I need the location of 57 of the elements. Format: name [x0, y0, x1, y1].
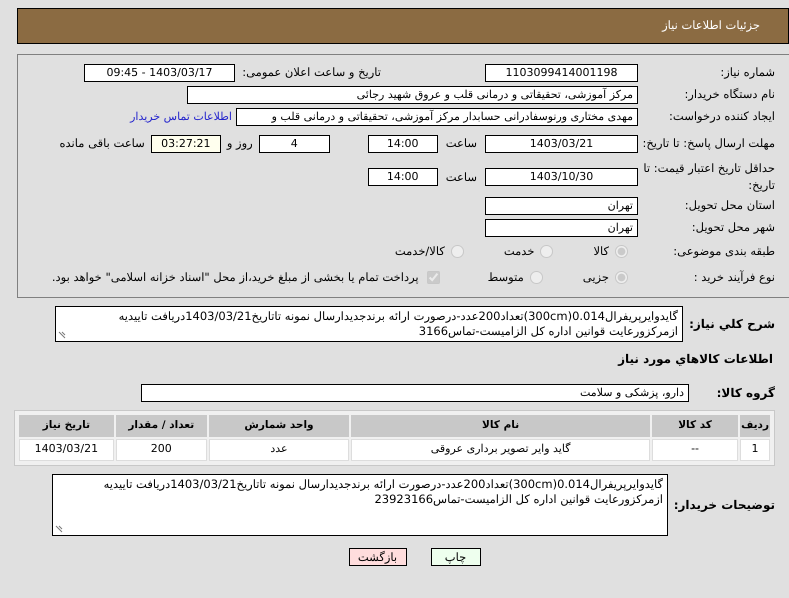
- field-label: ساعت: [446, 135, 477, 152]
- option-label: جزیی: [582, 268, 609, 286]
- resize-grip-icon[interactable]: [58, 330, 66, 338]
- column-header: تعداد / مقدار: [116, 414, 207, 436]
- field-label: ایجاد کننده درخواست:: [668, 108, 775, 126]
- field-label: مهلت ارسال پاسخ: تا تاریخ:: [641, 135, 775, 152]
- field-label: نام دستگاه خریدار:: [683, 86, 775, 104]
- back-button[interactable]: بازگشت: [348, 548, 406, 566]
- table-cell: عدد: [208, 438, 350, 460]
- table-cell: 200: [116, 438, 207, 460]
- option-label: خدمت: [504, 242, 534, 260]
- field-label: ساعت باقی مانده: [60, 135, 145, 152]
- field-label: شهر محل تحویل:: [690, 218, 775, 236]
- page-header: جزئیات اطلاعات نیاز: [17, 8, 789, 44]
- field-value: 14:00: [368, 135, 438, 153]
- column-header: نام کالا: [351, 414, 650, 436]
- section-heading: اطلاعات کالاهاي مورد نياز: [616, 350, 774, 368]
- option-label: متوسط: [488, 268, 524, 286]
- field-label: روز و: [226, 135, 253, 152]
- column-header: واحد شمارش: [208, 414, 350, 436]
- field-value: مهدی مختاری ورنوسفادرانی حسابدار مرکز آموزشی، تحقیقاتی و درمانی قلب و: [236, 108, 638, 126]
- field-label: ساعت: [446, 168, 477, 186]
- field-label: استان محل تحویل:: [684, 196, 775, 214]
- option-label: کالا: [593, 242, 609, 260]
- table-cell: --: [652, 438, 738, 460]
- field-value: 1403/10/30: [485, 168, 638, 186]
- field-value: 1403/03/17 - 09:45: [84, 64, 235, 82]
- field-label: شرح کلي نياز:: [688, 316, 775, 332]
- table-cell: 1403/03/21: [19, 438, 114, 460]
- field-label: نوع فرآیند خرید :: [692, 268, 775, 286]
- resize-grip-icon[interactable]: [55, 524, 63, 532]
- option-label: کالا/خدمت: [394, 242, 445, 260]
- table-cell: 1: [740, 438, 770, 460]
- field-value: 4: [258, 135, 330, 153]
- column-header: تاریخ نیاز: [19, 414, 114, 436]
- field-label: گروه کالا:: [716, 384, 775, 402]
- countdown-field: 03:27:21: [150, 135, 221, 153]
- field-value: دارو، پزشکی و سلامت: [141, 384, 689, 402]
- field-value: مرکز آموزشی، تحقیقاتی و درمانی قلب و عروق شهید رجائی: [187, 86, 638, 104]
- field-value: تهران: [485, 218, 638, 236]
- field-value: 1403/03/21: [485, 135, 638, 153]
- print-button[interactable]: چاپ: [430, 548, 480, 566]
- column-header: کد کالا: [652, 414, 738, 436]
- field-label: طبقه بندی موضوعی:: [672, 242, 775, 260]
- column-header: رديف: [740, 414, 770, 436]
- payment-note: پرداخت تمام یا بخشی از مبلغ خرید،از محل "اسناد خزانه اسلامی" خواهد بود.: [52, 268, 419, 286]
- field-label: شماره نیاز:: [719, 64, 775, 82]
- field-label: تاریخ و ساعت اعلان عمومی:: [241, 64, 381, 82]
- field-label: حداقل تاریخ اعتبار قیمت: تا تاریخ:: [642, 160, 775, 194]
- contact-link[interactable]: اطلاعات تماس خریدار: [130, 108, 232, 126]
- field-label: توضیحات خریدار:: [672, 496, 775, 514]
- description-box: گایدوایرپریفرال0.014(300cm)تعداد200عدد-درصورت ارائه برندجدیدارسال نمونه تاتاریخ1403/03/21دریافت تاییدیه ازمرکزورعایت قوانین اداره کل الزامیست-تماس3166: [55, 306, 683, 342]
- table-cell: گاید وایر تصویر برداری عروقی: [351, 438, 650, 460]
- notes-box: گایدوایرپریفرال0.014(300cm)تعداد200عدد-درصورت ارائه برندجدیدارسال نمونه تاتاریخ1403/03/21دریافت تاییدیه ازمرکزورعایت قوانین اداره کل الزامیست-تماس23923166: [52, 474, 668, 536]
- field-value: 1103099414001198: [485, 64, 638, 82]
- field-value: تهران: [485, 196, 638, 214]
- field-value: 14:00: [368, 168, 438, 186]
